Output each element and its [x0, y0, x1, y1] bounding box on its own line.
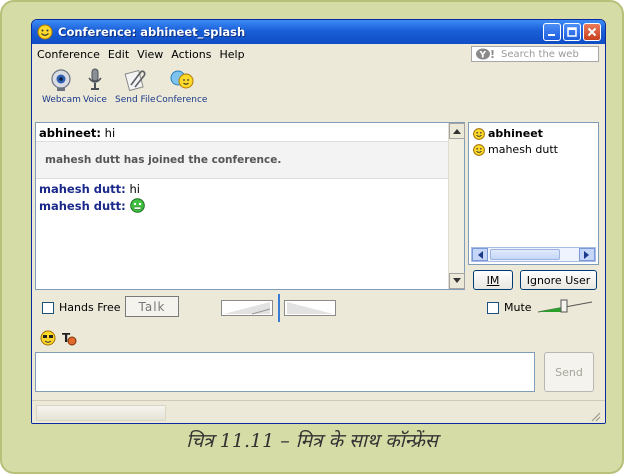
close-button[interactable] — [583, 23, 601, 41]
menu-edit[interactable]: Edit — [108, 48, 129, 61]
minimize-button[interactable] — [543, 23, 561, 41]
menu-conference[interactable]: Conference — [37, 48, 100, 61]
system-message: mahesh dutt has joined the conference. — [36, 141, 464, 179]
message-input[interactable] — [35, 352, 535, 392]
emoticon-bar: T — [40, 330, 77, 348]
scroll-thumb[interactable] — [490, 249, 560, 260]
message-sender: mahesh dutt: — [39, 198, 126, 213]
arrow-down-icon — [453, 278, 461, 283]
conference-window: Conference: abhineet_splash Conference E… — [31, 19, 606, 424]
menu-actions[interactable]: Actions — [171, 48, 211, 61]
web-search-input[interactable]: Y! Search the web — [471, 46, 599, 62]
status-field — [36, 405, 166, 421]
participant-item[interactable]: abhineet — [473, 127, 543, 140]
scroll-down-button[interactable] — [449, 273, 465, 289]
maximize-icon — [567, 27, 577, 37]
resize-grip-icon[interactable] — [589, 410, 601, 422]
conference-icon — [170, 70, 194, 89]
chat-vertical-scrollbar[interactable] — [448, 123, 465, 289]
message-text: hi — [129, 182, 140, 196]
participant-name: mahesh dutt — [488, 143, 558, 156]
webcam-label: Webcam — [42, 95, 81, 105]
volume-slider-track-icon — [537, 299, 593, 313]
chat-message: mahesh dutt: — [39, 198, 145, 213]
maximize-button[interactable] — [563, 23, 581, 41]
message-sender: abhineet: — [39, 126, 102, 140]
voice-label: Voice — [83, 95, 107, 105]
meter-divider — [278, 294, 280, 322]
arrow-up-icon — [453, 129, 461, 134]
scroll-left-button[interactable] — [472, 248, 488, 261]
svg-text:Y: Y — [479, 51, 487, 61]
talk-label: Talk — [138, 299, 166, 314]
menu-help[interactable]: Help — [219, 48, 244, 61]
menu-view[interactable]: View — [137, 48, 163, 61]
online-smiley-icon — [473, 143, 485, 156]
chat-transcript[interactable]: abhineet: hi mahesh dutt has joined the … — [35, 122, 465, 290]
hands-free-checkbox[interactable]: Hands Free — [42, 301, 121, 314]
mute-label: Mute — [504, 301, 532, 314]
microphone-icon — [88, 68, 102, 90]
send-button[interactable]: Send — [544, 352, 594, 392]
title-bar[interactable]: Conference: abhineet_splash — [32, 20, 605, 44]
toolbar: Webcam Voice Send File Conference — [32, 64, 605, 114]
cool-smiley-icon[interactable] — [40, 330, 56, 346]
status-bar — [32, 400, 605, 423]
arrow-left-icon — [478, 250, 483, 259]
conference-label: Conference — [156, 95, 208, 105]
mute-checkbox[interactable]: Mute — [487, 301, 532, 314]
message-sender: mahesh dutt: — [39, 182, 126, 196]
scroll-up-button[interactable] — [449, 123, 465, 139]
volume-ramp-down-icon — [287, 302, 333, 314]
participant-name: abhineet — [488, 127, 543, 140]
svg-text:!: ! — [490, 48, 495, 60]
voice-controls: Hands Free Talk Mute — [32, 293, 605, 323]
search-placeholder: Search the web — [501, 48, 579, 60]
conference-button[interactable]: Conference — [156, 67, 207, 105]
arrow-right-icon — [584, 250, 589, 259]
volume-slider[interactable] — [537, 299, 593, 313]
text-style-icon[interactable]: T — [61, 330, 77, 346]
paperclip-icon — [124, 69, 146, 92]
system-message-text: mahesh dutt has joined the conference. — [45, 154, 282, 166]
message-text: hi — [104, 126, 116, 140]
hands-free-check-box[interactable] — [42, 301, 54, 314]
im-button-label: IM — [486, 273, 500, 287]
im-button[interactable]: IM — [473, 270, 513, 290]
volume-ramp-icon — [224, 302, 271, 315]
send-file-button[interactable]: Send File — [115, 67, 156, 105]
speaker-volume-meter — [221, 300, 273, 316]
menu-bar: Conference Edit View Actions Help Y! Sea… — [32, 44, 605, 64]
send-file-label: Send File — [115, 95, 156, 105]
microphone-volume-meter — [284, 300, 336, 316]
minimize-icon — [548, 34, 555, 36]
voice-button[interactable]: Voice — [82, 67, 108, 105]
participants-horizontal-scrollbar[interactable] — [471, 247, 596, 262]
close-icon — [587, 27, 597, 37]
figure-caption: चित्र 11.11 – मित्र के साथ कॉन्फ्रेंस — [186, 430, 438, 452]
ignore-user-button[interactable]: Ignore User — [520, 270, 597, 290]
hands-free-label: Hands Free — [59, 301, 121, 314]
yahoo-y-icon: Y! — [476, 48, 495, 61]
chat-message: abhineet: hi — [39, 126, 115, 140]
online-smiley-icon — [473, 127, 485, 140]
messenger-app-icon — [37, 24, 53, 40]
send-label: Send — [555, 365, 583, 379]
green-smiley-icon — [129, 198, 145, 213]
ignore-user-label: Ignore User — [526, 273, 591, 287]
chat-message: mahesh dutt: hi — [39, 182, 140, 196]
webcam-icon — [51, 69, 72, 91]
webcam-button[interactable]: Webcam — [42, 67, 81, 105]
participants-list[interactable]: abhineet mahesh dutt — [468, 122, 599, 265]
scroll-right-button[interactable] — [579, 248, 595, 261]
talk-button[interactable]: Talk — [125, 296, 179, 317]
window-title: Conference: abhineet_splash — [58, 25, 246, 39]
mute-check-box[interactable] — [487, 301, 499, 314]
participant-item[interactable]: mahesh dutt — [473, 143, 558, 156]
